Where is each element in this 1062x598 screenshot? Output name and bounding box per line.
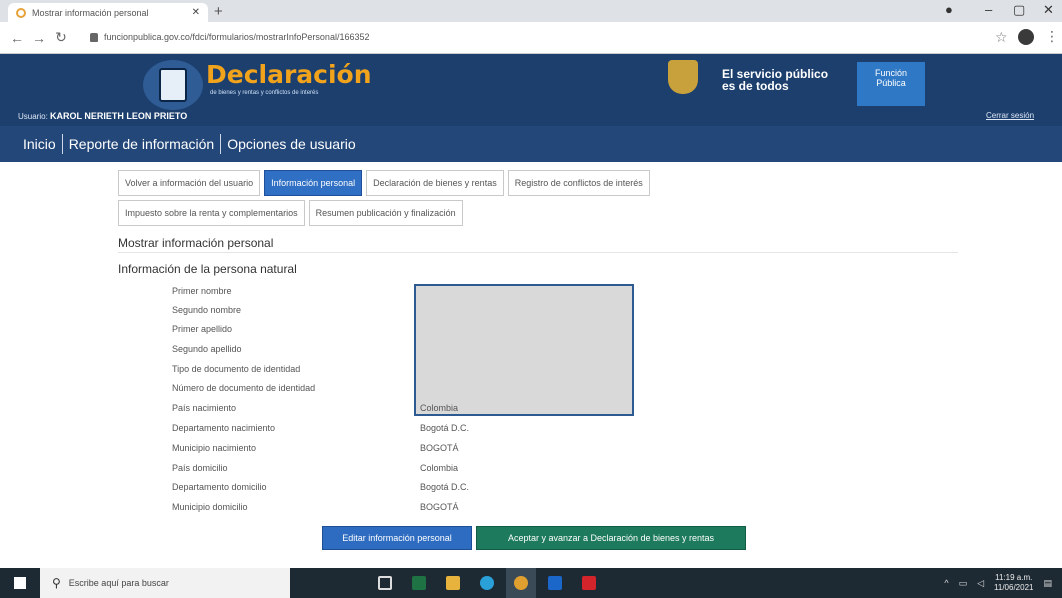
nav-inicio[interactable]: Inicio	[18, 136, 61, 152]
field-label: Municipio domicilio	[172, 502, 248, 512]
file-explorer-icon[interactable]	[438, 568, 468, 598]
field-value: Bogotá D.C.	[420, 482, 470, 492]
notifications-icon[interactable]: ▤	[1043, 578, 1052, 589]
tab-conflictos[interactable]: Registro de conflictos de interés	[507, 170, 650, 196]
field-value: Colombia	[420, 463, 459, 473]
forward-icon[interactable]: →	[28, 30, 50, 46]
field-label: País nacimiento	[172, 403, 237, 413]
profile-avatar[interactable]	[1018, 29, 1034, 45]
colombia-shield-icon	[668, 60, 698, 94]
window-close-icon[interactable]: ✕	[1043, 2, 1054, 18]
field-label: Departamento domicilio	[172, 482, 267, 492]
address-bar[interactable]: funcionpublica.gov.co/fdci/formularios/m…	[90, 27, 690, 47]
task-view-icon[interactable]	[370, 568, 400, 598]
declaracion-logo-icon	[143, 60, 203, 110]
field-value: Bogotá D.C.	[420, 423, 470, 433]
browser-menu-icon[interactable]: ⋮	[1045, 28, 1059, 45]
gov-slogan-line2: es de todos	[722, 79, 789, 93]
site-header: Declaración de bienes y rentas y conflic…	[0, 54, 1062, 126]
gov-slogan: El servicio público es de todos	[722, 68, 852, 92]
account-dot-icon[interactable]: ●	[945, 2, 953, 17]
bookmark-star-icon[interactable]: ☆	[995, 29, 1008, 46]
browser-tab[interactable]: Mostrar información personal ✕	[8, 3, 208, 22]
field-label: Segundo apellido	[172, 344, 242, 354]
site-favicon-icon	[16, 7, 26, 18]
taskbar-search[interactable]: ⚲ Escribe aquí para buscar	[40, 568, 290, 598]
taskbar-search-placeholder: Escribe aquí para buscar	[68, 578, 169, 588]
field-label: Municipio nacimiento	[172, 443, 257, 453]
field-value: Colombia	[420, 403, 459, 413]
field-label: Segundo nombre	[172, 305, 242, 315]
subtabs-row-1: Volver a información del usuario Informa…	[118, 170, 650, 196]
windows-taskbar: ⚲ Escribe aquí para buscar ^ ▭ ◁ 11:19 a…	[0, 568, 1062, 598]
maximize-icon[interactable]: ▢	[1013, 2, 1025, 18]
search-icon: ⚲	[52, 576, 61, 590]
nav-divider	[61, 134, 63, 154]
funcion-publica-logo: Función Pública	[857, 62, 925, 106]
tab-volver[interactable]: Volver a información del usuario	[118, 170, 261, 196]
user-label: Usuario:	[18, 112, 48, 121]
tab-informacion-personal[interactable]: Información personal	[264, 170, 363, 196]
minimize-icon[interactable]: –	[985, 2, 992, 17]
tab-declaracion-bienes[interactable]: Declaración de bienes y rentas	[366, 170, 504, 196]
taskbar-clock[interactable]: 11:19 a.m. 11/06/2021	[994, 573, 1033, 593]
subtabs-row-2: Impuesto sobre la renta y complementario…	[118, 200, 463, 226]
continue-declaration-button[interactable]: Aceptar y avanzar a Declaración de biene…	[476, 526, 746, 550]
section-title: Mostrar información personal	[118, 236, 274, 250]
back-icon[interactable]: ←	[6, 30, 28, 46]
start-button[interactable]	[0, 568, 40, 598]
field-label: Departamento nacimiento	[172, 423, 276, 433]
field-label: Tipo de documento de identidad	[172, 364, 301, 374]
taskbar-apps	[370, 568, 604, 598]
clock-date: 11/06/2021	[994, 583, 1034, 592]
edit-personal-info-button[interactable]: Editar información personal	[322, 526, 472, 550]
user-name: KAROL NERIETH LEON PRIETO	[50, 111, 188, 121]
field-label: Primer nombre	[172, 286, 232, 296]
nav-divider	[220, 134, 222, 154]
field-label: Número de documento de identidad	[172, 383, 316, 393]
field-value: BOGOTÁ	[420, 443, 459, 453]
subsection-title: Información de la persona natural	[118, 262, 297, 276]
field-value: BOGOTÁ	[420, 502, 459, 512]
brand-subtitle: de bienes y rentas y conflictos de inter…	[210, 90, 319, 96]
divider	[118, 252, 958, 253]
document-icon	[159, 68, 187, 102]
main-nav: Inicio Reporte de información Opciones d…	[0, 126, 1062, 162]
tray-chevron-icon[interactable]: ^	[944, 578, 948, 588]
system-tray: ^ ▭ ◁ 11:19 a.m. 11/06/2021 ▤	[944, 568, 1052, 598]
fp-line1: Función	[874, 68, 908, 78]
acrobat-icon[interactable]	[574, 568, 604, 598]
tab-impuesto[interactable]: Impuesto sobre la renta y complementario…	[118, 200, 305, 226]
browser-tabstrip: Mostrar información personal ✕ + ● – ▢ ✕	[0, 0, 1062, 22]
outlook-icon[interactable]	[540, 568, 570, 598]
fp-line2: Pública	[876, 78, 906, 88]
field-label: País domicilio	[172, 463, 228, 473]
close-tab-icon[interactable]: ✕	[192, 7, 200, 18]
logout-link[interactable]: Cerrar sesión	[986, 111, 1034, 120]
windows-logo-icon	[14, 577, 26, 589]
excel-icon[interactable]	[404, 568, 434, 598]
lock-icon	[90, 32, 98, 42]
nav-reporte[interactable]: Reporte de información	[64, 136, 220, 152]
volume-icon[interactable]: ◁	[977, 578, 984, 589]
network-icon[interactable]: ▭	[959, 578, 968, 589]
url-text: funcionpublica.gov.co/fdci/formularios/m…	[104, 32, 370, 42]
nav-opciones[interactable]: Opciones de usuario	[222, 136, 360, 152]
skype-icon[interactable]	[472, 568, 502, 598]
clock-time: 11:19 a.m.	[995, 573, 1033, 582]
browser-tab-title: Mostrar información personal	[32, 7, 149, 18]
browser-toolbar: ← → ↻ funcionpublica.gov.co/fdci/formula…	[0, 22, 1062, 54]
redacted-personal-data	[414, 284, 634, 416]
brand-title: Declaración	[206, 60, 372, 89]
tab-resumen[interactable]: Resumen publicación y finalización	[308, 200, 463, 226]
chrome-icon[interactable]	[506, 568, 536, 598]
reload-icon[interactable]: ↻	[50, 29, 72, 46]
field-label: Primer apellido	[172, 324, 233, 334]
current-user: Usuario: KAROL NERIETH LEON PRIETO	[18, 111, 187, 121]
new-tab-icon[interactable]: +	[214, 3, 223, 20]
